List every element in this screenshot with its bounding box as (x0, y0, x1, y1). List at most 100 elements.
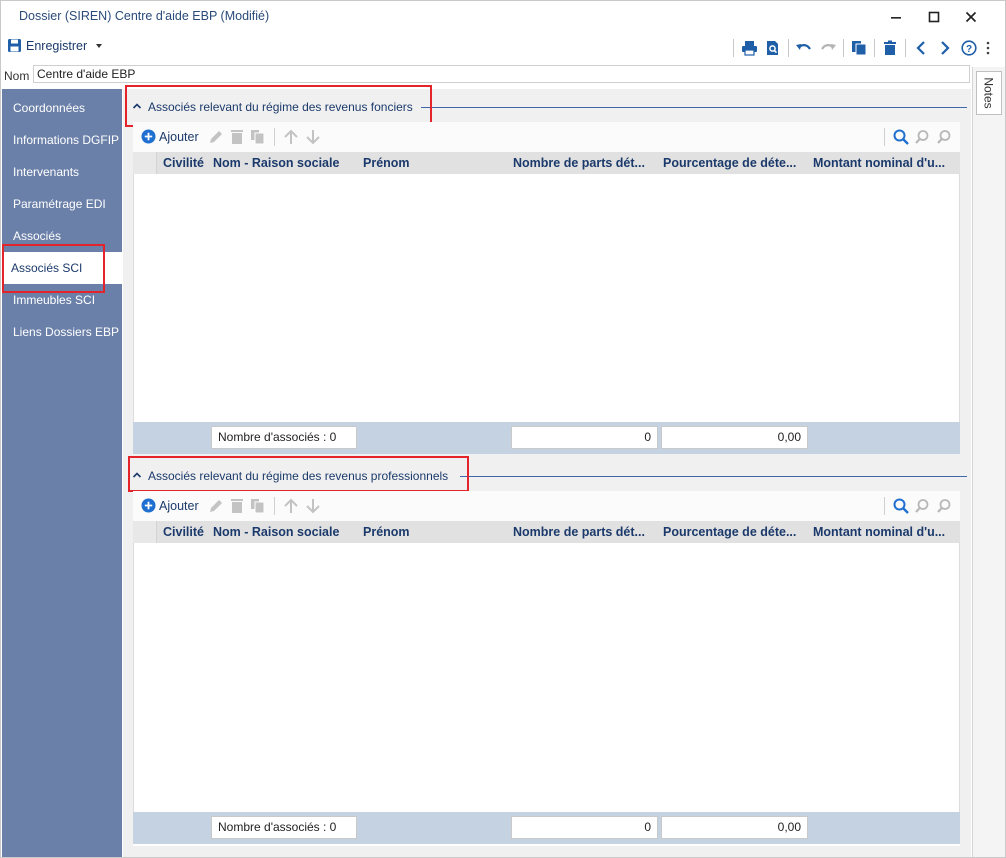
column-header-pourcentage[interactable]: Pourcentage de déte... (663, 525, 809, 539)
toolbar-separator (733, 39, 734, 57)
duplicate-button[interactable] (847, 37, 871, 59)
content-area: Associés relevant du régime des revenus … (123, 85, 971, 857)
trash-icon[interactable] (229, 497, 245, 515)
search-next-icon[interactable] (936, 497, 954, 515)
toolbar-separator (884, 497, 885, 515)
toolbar-separator (905, 39, 906, 57)
previous-button[interactable] (909, 37, 933, 59)
undo-button[interactable] (792, 37, 816, 59)
close-button[interactable] (956, 5, 986, 29)
associates-count: Nombre d'associés : 0 (211, 426, 357, 449)
nom-field[interactable] (33, 65, 970, 83)
arrow-down-icon[interactable] (304, 497, 322, 515)
group-divider (421, 107, 967, 108)
group-header-professionnels[interactable]: Associés relevant du régime des revenus … (123, 466, 971, 488)
maximize-button[interactable] (919, 5, 949, 29)
column-header-nombre-parts[interactable]: Nombre de parts dét... (513, 156, 659, 170)
toolbar-separator (843, 39, 844, 57)
minimize-button[interactable] (881, 5, 911, 29)
close-icon (965, 11, 977, 23)
sidebar-item-associes[interactable]: Associés (2, 220, 122, 252)
grid-header: Civilité Nom - Raison sociale Prénom Nom… (133, 521, 960, 543)
column-header-civilite[interactable]: Civilité (163, 156, 211, 170)
group-title: Associés relevant du régime des revenus … (148, 100, 413, 114)
arrow-up-icon[interactable] (282, 497, 300, 515)
sidebar-item-intervenants[interactable]: Intervenants (2, 156, 122, 188)
chevron-up-icon[interactable] (132, 470, 142, 480)
search-previous-icon[interactable] (914, 128, 932, 146)
column-header-nom[interactable]: Nom - Raison sociale (213, 156, 361, 170)
pencil-icon[interactable] (207, 128, 225, 146)
search-previous-icon[interactable] (914, 497, 932, 515)
undo-icon (796, 44, 811, 50)
search-icon[interactable] (892, 128, 910, 146)
plus-circle-icon (141, 129, 156, 144)
copy-icon[interactable] (249, 497, 267, 515)
associes-professionnels-grid: Ajouter Civilité Nom - Raison sociale Pr… (133, 491, 960, 846)
column-header-montant-nominal[interactable]: Montant nominal d'u... (813, 525, 959, 539)
save-button[interactable]: Enregistrer (7, 38, 105, 53)
row-selector-header (133, 152, 157, 174)
print-preview-button[interactable] (761, 37, 785, 59)
arrow-up-icon[interactable] (282, 128, 300, 146)
redo-icon (821, 44, 836, 50)
sidebar-item-coordonnees[interactable]: Coordonnées (2, 92, 122, 124)
add-button[interactable]: Ajouter (141, 498, 199, 513)
arrow-down-icon[interactable] (304, 128, 322, 146)
column-header-nom[interactable]: Nom - Raison sociale (213, 525, 361, 539)
more-options-button[interactable] (981, 37, 995, 59)
column-header-montant-nominal[interactable]: Montant nominal d'u... (813, 156, 959, 170)
search-next-icon[interactable] (936, 128, 954, 146)
trash-icon[interactable] (229, 128, 245, 146)
chevron-right-icon (941, 41, 950, 55)
window-title: Dossier (SIREN) Centre d'aide EBP (Modif… (19, 9, 270, 23)
main-toolbar: Enregistrer ? (1, 35, 1005, 61)
column-header-prenom[interactable]: Prénom (363, 525, 509, 539)
help-button[interactable]: ? (957, 37, 981, 59)
notes-panel (972, 67, 1005, 857)
search-icon[interactable] (892, 497, 910, 515)
sidebar-item-informations-dgfip[interactable]: Informations DGFIP (2, 124, 122, 156)
grid-actions (207, 497, 322, 515)
grid-search-actions (881, 497, 954, 515)
redo-button[interactable] (816, 37, 840, 59)
column-header-civilite[interactable]: Civilité (163, 525, 211, 539)
toolbar-separator (884, 128, 885, 146)
sidebar-item-parametrage-edi[interactable]: Paramétrage EDI (2, 188, 122, 220)
group-header-fonciers[interactable]: Associés relevant du régime des revenus … (123, 97, 971, 119)
group-title: Associés relevant du régime des revenus … (148, 469, 449, 483)
sidebar-item-associes-sci[interactable]: Associés SCI (2, 252, 122, 284)
title-bar: Dossier (SIREN) Centre d'aide EBP (Modif… (1, 1, 1005, 33)
add-button-label: Ajouter (159, 498, 199, 513)
column-header-pourcentage[interactable]: Pourcentage de déte... (663, 156, 809, 170)
print-button[interactable] (737, 37, 761, 59)
nom-row: Nom (1, 64, 1005, 86)
sidebar-item-immeubles-sci[interactable]: Immeubles SCI (2, 284, 122, 316)
save-icon (8, 39, 21, 52)
trash-icon (884, 40, 896, 55)
grid-body[interactable] (133, 543, 960, 812)
sidebar-item-liens-dossiers-ebp[interactable]: Liens Dossiers EBP (2, 316, 122, 348)
chevron-down-icon[interactable] (91, 41, 105, 51)
delete-button[interactable] (878, 37, 902, 59)
save-button-label: Enregistrer (26, 38, 88, 53)
toolbar-separator (788, 39, 789, 57)
notes-tab[interactable]: Notes (976, 71, 1002, 115)
column-header-prenom[interactable]: Prénom (363, 156, 509, 170)
grid-search-actions (881, 128, 954, 146)
grid-header: Civilité Nom - Raison sociale Prénom Nom… (133, 152, 960, 174)
toolbar-separator (274, 128, 275, 146)
next-button[interactable] (933, 37, 957, 59)
add-button[interactable]: Ajouter (141, 129, 199, 144)
parts-total: 0 (511, 426, 658, 449)
column-header-nombre-parts[interactable]: Nombre de parts dét... (513, 525, 659, 539)
copy-icon[interactable] (249, 128, 267, 146)
add-button-label: Ajouter (159, 129, 199, 144)
grid-toolbar: Ajouter (133, 122, 960, 152)
grid-body[interactable] (133, 174, 960, 422)
pencil-icon[interactable] (207, 497, 225, 515)
notes-tab-label: Notes (982, 77, 997, 109)
chevron-up-icon[interactable] (132, 101, 142, 111)
grid-footer: Nombre d'associés : 0 0 0,00 (133, 422, 960, 454)
associes-fonciers-grid: Ajouter Civilité Nom - Raison sociale Pr… (133, 122, 960, 454)
